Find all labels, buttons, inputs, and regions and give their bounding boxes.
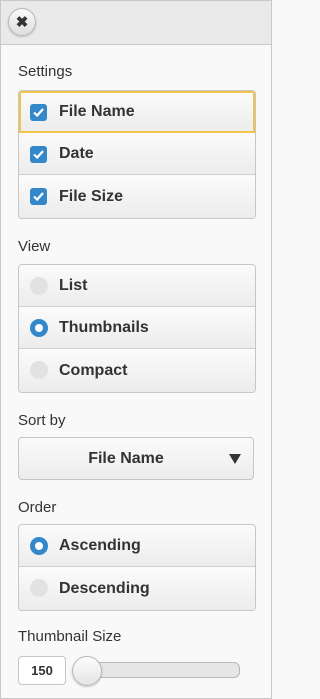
view-radio-group: List Thumbnails Compact: [18, 264, 256, 393]
checkbox-file-name[interactable]: File Name: [19, 91, 255, 133]
order-radio-group: Ascending Descending: [18, 524, 256, 611]
radio-ascending[interactable]: Ascending: [19, 525, 255, 567]
close-icon: ✖: [15, 13, 29, 31]
radio-list[interactable]: List: [19, 265, 255, 307]
settings-checkbox-group: File Name Date File Size: [18, 90, 256, 219]
radio-unselected-icon: [30, 361, 48, 379]
order-label: Order: [18, 499, 57, 516]
thumbnail-size-label: Thumbnail Size: [18, 628, 122, 645]
radio-thumbnails[interactable]: Thumbnails: [19, 307, 255, 349]
settings-label: Settings: [18, 63, 73, 80]
checkbox-checked-icon: [30, 104, 47, 121]
checkbox-label: Date: [59, 144, 94, 162]
sort-by-select[interactable]: File Name: [18, 437, 254, 480]
radio-label: Ascending: [59, 536, 141, 554]
view-label: View: [18, 238, 51, 255]
thumbnail-size-slider-handle[interactable]: [72, 656, 102, 686]
checkbox-checked-icon: [30, 188, 47, 205]
checkbox-label: File Name: [59, 102, 135, 120]
radio-unselected-icon: [30, 277, 48, 295]
radio-label: List: [59, 276, 88, 294]
radio-label: Compact: [59, 361, 128, 379]
radio-label: Thumbnails: [59, 318, 149, 336]
radio-selected-icon: [30, 319, 48, 337]
radio-selected-icon: [30, 537, 48, 555]
radio-descending[interactable]: Descending: [19, 567, 255, 610]
thumbnail-size-input[interactable]: 150: [18, 656, 66, 685]
checkbox-label: File Size: [59, 187, 124, 205]
close-button[interactable]: ✖: [8, 8, 36, 36]
checkbox-checked-icon: [30, 146, 47, 163]
settings-panel: ✖ Settings File Name Date File Size View: [0, 0, 272, 699]
radio-compact[interactable]: Compact: [19, 349, 255, 392]
radio-label: Descending: [59, 579, 150, 597]
checkbox-date[interactable]: Date: [19, 133, 255, 175]
checkbox-file-size[interactable]: File Size: [19, 175, 255, 218]
sort-by-label: Sort by: [18, 412, 66, 429]
radio-unselected-icon: [30, 579, 48, 597]
dropdown-arrow-icon: [229, 454, 241, 464]
sort-by-value: File Name: [88, 450, 164, 467]
panel-header: ✖: [1, 1, 271, 45]
